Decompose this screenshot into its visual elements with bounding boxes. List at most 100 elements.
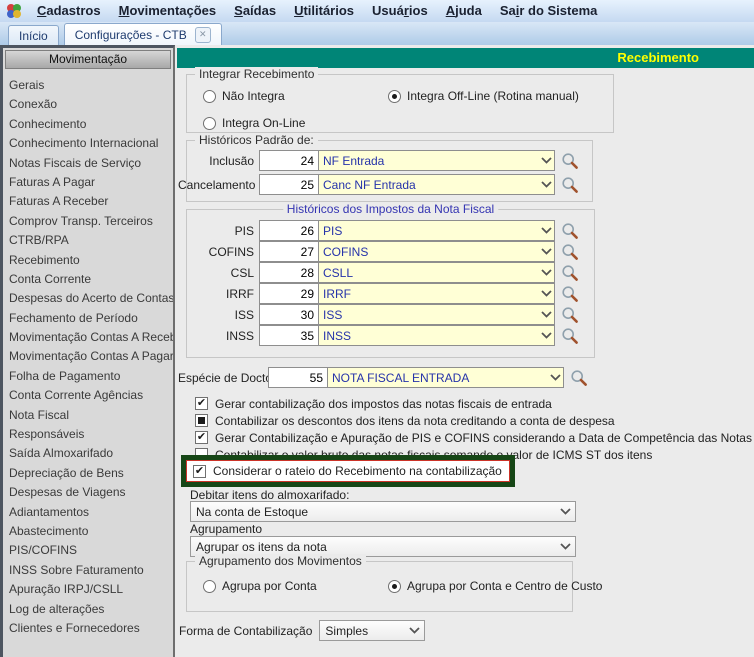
- sidebar-item-conhecimento[interactable]: Conhecimento: [3, 115, 173, 134]
- checkbox[interactable]: ✔: [195, 431, 208, 444]
- search-icon[interactable]: [560, 175, 580, 195]
- radio-agrupa-por-conta[interactable]: Agrupa por Conta: [203, 579, 388, 593]
- menu-movimentacoes[interactable]: Movimentações: [110, 0, 226, 22]
- combobox-especie-de-docto[interactable]: NOTA FISCAL ENTRADA: [327, 368, 563, 387]
- field-label: ISS: [234, 307, 254, 322]
- agrupamento-movimentos-fieldset: Agrupamento dos Movimentos Agrupa por Co…: [186, 554, 602, 612]
- code-input-pis[interactable]: [260, 221, 318, 240]
- radio-integra-on-line[interactable]: Integra On-Line: [203, 116, 388, 130]
- sidebar-item-pis-cofins[interactable]: PIS/COFINS: [3, 541, 173, 560]
- sidebar-item-despesas-de-viagens[interactable]: Despesas de Viagens: [3, 483, 173, 502]
- radio-nao-integra[interactable]: Não Integra: [203, 89, 388, 103]
- sidebar-item-ctrb-rpa[interactable]: CTRB/RPA: [3, 231, 173, 250]
- chevron-down-icon: [538, 248, 554, 255]
- sidebar-item-movimentacao-contas-a-pagar[interactable]: Movimentação Contas A Pagar: [3, 347, 173, 366]
- tab-bar: Início Configurações - CTB ✕: [0, 22, 754, 45]
- sidebar-header[interactable]: Movimentação: [5, 50, 171, 69]
- checkbox-label: Gerar Contabilização e Apuração de PIS e…: [215, 430, 754, 445]
- sidebar-item-notas-fiscais-de-servico[interactable]: Notas Fiscais de Serviço: [3, 154, 173, 173]
- sidebar-item-movimentacao-contas-a-receber[interactable]: Movimentação Contas A Receber: [3, 328, 173, 347]
- debitar-label: Debitar itens do almoxarifado:: [190, 488, 350, 502]
- search-icon[interactable]: [560, 305, 580, 325]
- menu-saidas[interactable]: Saídas: [225, 0, 285, 22]
- sidebar-item-conhecimento-internacional[interactable]: Conhecimento Internacional: [3, 134, 173, 153]
- tab-inicio[interactable]: Início: [8, 25, 59, 45]
- combobox-irrf[interactable]: IRRF: [318, 284, 554, 303]
- code-input-irrf[interactable]: [260, 284, 318, 303]
- check-row-considerar-o-rateio-do-recebimento-na-contabilizacao: ✔ Considerar o rateio do Recebimento na c…: [187, 461, 509, 481]
- combobox-iss[interactable]: ISS: [318, 305, 554, 324]
- sidebar-item-folha-de-pagamento[interactable]: Folha de Pagamento: [3, 367, 173, 386]
- sidebar-item-fechamento-de-periodo[interactable]: Fechamento de Período: [3, 309, 173, 328]
- sidebar: Movimentação Gerais Conexão Conhecimento Co…: [0, 45, 175, 657]
- radio-agrupa-por-conta-e-centro-de-custo[interactable]: Agrupa por Conta e Centro de Custo: [388, 579, 602, 593]
- combobox-value: IRRF: [323, 286, 351, 301]
- search-icon[interactable]: [560, 221, 580, 241]
- chevron-down-icon: [404, 627, 424, 634]
- search-icon[interactable]: [560, 151, 580, 171]
- code-input-iss[interactable]: [260, 305, 318, 324]
- chevron-down-icon: [538, 269, 554, 276]
- checkbox-label: Contabilizar os descontos dos itens da n…: [215, 413, 615, 428]
- sidebar-item-conta-corrente[interactable]: Conta Corrente: [3, 270, 173, 289]
- combobox-inclusao[interactable]: NF Entrada: [318, 151, 554, 170]
- sidebar-item-inss-sobre-faturamento[interactable]: INSS Sobre Faturamento: [3, 561, 173, 580]
- combobox-cancelamento[interactable]: Canc NF Entrada: [318, 175, 554, 194]
- code-input-cancelamento[interactable]: [260, 175, 318, 194]
- search-icon[interactable]: [560, 284, 580, 304]
- chevron-down-icon: [538, 181, 554, 188]
- menu-sair-do-sistema[interactable]: Sair do Sistema: [491, 0, 607, 22]
- code-combo-field: Canc NF Entrada: [259, 174, 555, 195]
- close-icon[interactable]: ✕: [194, 26, 211, 43]
- sidebar-item-nota-fiscal[interactable]: Nota Fiscal: [3, 406, 173, 425]
- code-input-cofins[interactable]: [260, 242, 318, 261]
- main-panel: Recebimento Integrar Recebimento Não Int…: [177, 45, 754, 657]
- menu-cadastros[interactable]: Cadastros: [28, 0, 110, 22]
- code-input-csl[interactable]: [260, 263, 318, 282]
- tab-configuracoes-ctb[interactable]: Configurações - CTB ✕: [63, 23, 222, 45]
- sidebar-item-faturas-a-receber[interactable]: Faturas A Receber: [3, 192, 173, 211]
- sidebar-item-comprov-transp-terceiros[interactable]: Comprov Transp. Terceiros: [3, 212, 173, 231]
- chevron-down-icon: [555, 508, 575, 515]
- radio-label: Não Integra: [222, 89, 285, 103]
- debitar-select[interactable]: Na conta de Estoque: [190, 501, 576, 522]
- combobox-csl[interactable]: CSLL: [318, 263, 554, 282]
- radio-button: [388, 579, 401, 593]
- sidebar-item-faturas-a-pagar[interactable]: Faturas A Pagar: [3, 173, 173, 192]
- sidebar-item-saida-almoxarifado[interactable]: Saída Almoxarifado: [3, 444, 173, 463]
- sidebar-item-despesas-do-acerto-de-contas[interactable]: Despesas do Acerto de Contas: [3, 289, 173, 308]
- forma-select[interactable]: Simples: [319, 620, 426, 641]
- search-icon[interactable]: [569, 368, 589, 388]
- search-icon[interactable]: [560, 326, 580, 346]
- field-row-irrf: IRRF IRRF: [178, 283, 580, 304]
- search-icon[interactable]: [560, 263, 580, 283]
- checkbox[interactable]: [195, 414, 208, 427]
- menu-usuarios[interactable]: Usuários: [363, 0, 437, 22]
- sidebar-item-depreciacao-de-bens[interactable]: Depreciação de Bens: [3, 464, 173, 483]
- radio-integra-off-line-rotina-manual[interactable]: Integra Off-Line (Rotina manual): [388, 89, 613, 103]
- combobox-cofins[interactable]: COFINS: [318, 242, 554, 261]
- radio-button: [203, 116, 216, 130]
- checkbox[interactable]: ✔: [193, 464, 206, 478]
- sidebar-item-apuracao-irpj-csll[interactable]: Apuração IRPJ/CSLL: [3, 580, 173, 599]
- sidebar-item-adiantamentos[interactable]: Adiantamentos: [3, 503, 173, 522]
- sidebar-item-abastecimento[interactable]: Abastecimento: [3, 522, 173, 541]
- code-combo-field: COFINS: [259, 241, 555, 262]
- checkbox[interactable]: ✔: [195, 397, 208, 410]
- code-input-especie-de-docto[interactable]: [269, 368, 327, 387]
- code-input-inclusao[interactable]: [260, 151, 318, 170]
- sidebar-item-clientes-e-fornecedores[interactable]: Clientes e Fornecedores: [3, 619, 173, 638]
- sidebar-item-conta-corrente-agencias[interactable]: Conta Corrente Agências: [3, 386, 173, 405]
- search-icon[interactable]: [560, 242, 580, 262]
- sidebar-item-responsaveis[interactable]: Responsáveis: [3, 425, 173, 444]
- sidebar-item-conexao[interactable]: Conexão: [3, 95, 173, 114]
- sidebar-item-recebimento[interactable]: Recebimento: [3, 251, 173, 270]
- sidebar-item-gerais[interactable]: Gerais: [3, 76, 173, 95]
- field-row-pis: PIS PIS: [178, 220, 580, 241]
- sidebar-item-log-de-alteracoes[interactable]: Log de alterações: [3, 600, 173, 619]
- combobox-inss[interactable]: INSS: [318, 326, 554, 345]
- menu-ajuda[interactable]: Ajuda: [437, 0, 491, 22]
- menu-utilitarios[interactable]: Utilitários: [285, 0, 363, 22]
- combobox-pis[interactable]: PIS: [318, 221, 554, 240]
- code-input-inss[interactable]: [260, 326, 318, 345]
